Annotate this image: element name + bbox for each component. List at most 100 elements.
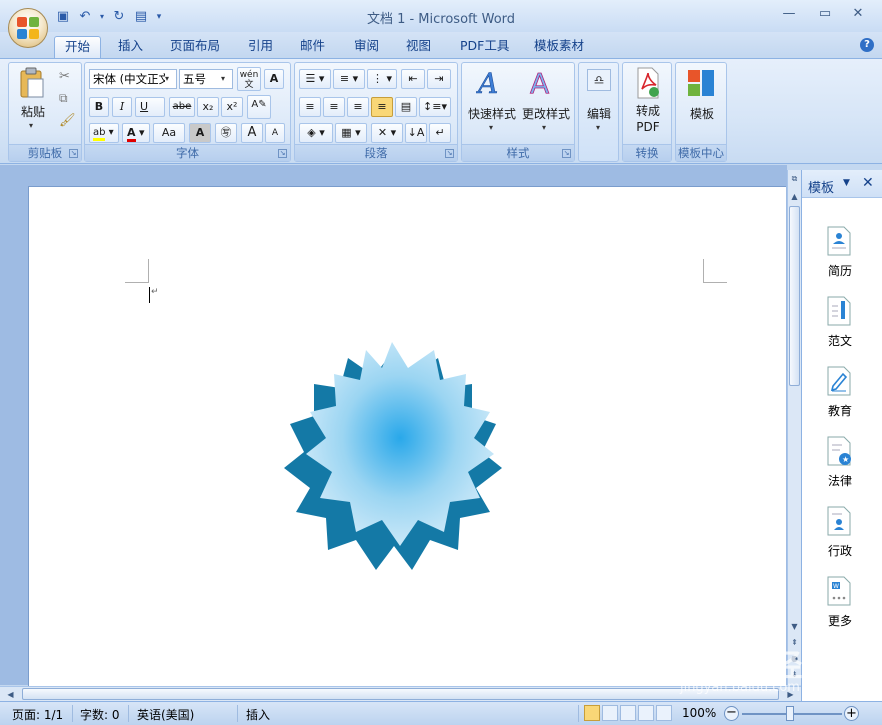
scroll-up-arrow-icon[interactable]: ▲ [788, 190, 801, 203]
subscript-button[interactable]: x₂ [197, 97, 219, 117]
font-size-dropdown-icon[interactable]: ▾ [221, 70, 231, 88]
quick-styles-button[interactable]: 快速样式 [466, 105, 518, 122]
copy-icon[interactable]: ⧉ [59, 91, 68, 106]
tab-view[interactable]: 视图 [396, 36, 441, 58]
paste-dropdown-icon[interactable]: ▾ [29, 121, 33, 130]
print-preview-icon[interactable]: ▤ [132, 8, 150, 26]
pane-item-education[interactable]: 教育 [802, 366, 882, 430]
sort-button[interactable]: ↓A [405, 123, 427, 143]
zoom-in-icon[interactable]: + [844, 706, 859, 721]
character-border-button[interactable]: A [264, 69, 284, 89]
show-marks-button[interactable]: ↵ [429, 123, 451, 143]
enclose-characters-button[interactable]: ㊢ [215, 123, 237, 143]
zoom-level[interactable]: 100% [682, 706, 716, 720]
tab-home[interactable]: 开始 [54, 36, 102, 58]
change-case-button[interactable]: Aa [153, 123, 185, 143]
cut-icon[interactable]: ✂ [59, 69, 70, 84]
quick-styles-dropdown-icon[interactable]: ▾ [489, 123, 493, 132]
outline-view-icon[interactable] [638, 705, 654, 721]
quick-styles-icon[interactable]: A [475, 67, 506, 101]
align-right-button[interactable]: ≡ [347, 97, 369, 117]
pane-item-administration[interactable]: 行政 [802, 506, 882, 570]
redo-icon[interactable]: ↻ [110, 8, 128, 26]
status-word-count[interactable]: 字数: 0 [80, 706, 120, 723]
paste-icon[interactable] [19, 67, 45, 99]
scroll-down-arrow-icon[interactable]: ▼ [788, 620, 801, 633]
pdf-icon[interactable] [635, 67, 661, 99]
pane-close-icon[interactable]: ✕ [862, 175, 874, 191]
decrease-indent-button[interactable]: ⇤ [401, 69, 425, 89]
underline-button[interactable]: U [135, 97, 165, 117]
status-page[interactable]: 页面: 1/1 [12, 706, 63, 723]
pane-item-sample-essay[interactable]: 范文 [802, 296, 882, 360]
justify-button[interactable]: ≡ [371, 97, 393, 117]
horizontal-scroll-thumb[interactable] [22, 688, 779, 700]
multilevel-list-button[interactable]: ⋮ ▾ [367, 69, 397, 89]
template-button[interactable]: 模板 [676, 105, 728, 122]
font-name-combo[interactable]: 宋体 (中文正文) ▾ [89, 69, 177, 89]
pane-item-more[interactable]: W 更多 [802, 576, 882, 640]
tab-mailings[interactable]: 邮件 [290, 36, 335, 58]
shrink-font-button[interactable]: A [265, 123, 285, 143]
find-binoculars-icon[interactable]: ♎ [587, 69, 611, 91]
font-size-combo[interactable]: 五号 ▾ [179, 69, 233, 89]
ruler-toggle-icon[interactable]: ⧉ [788, 172, 801, 185]
align-center-button[interactable]: ≡ [323, 97, 345, 117]
status-insert-mode[interactable]: 插入 [246, 706, 270, 723]
format-painter-icon[interactable]: 🖌 [59, 113, 76, 128]
vertical-scrollbar[interactable]: ⧉ ▲ ▼ ⇞ ● ⇟ [787, 170, 801, 685]
styles-launcher-icon[interactable]: ↘ [562, 149, 571, 158]
bold-button[interactable]: B [89, 97, 109, 117]
asian-layout-button[interactable]: ✕ ▾ [371, 123, 403, 143]
paragraph-launcher-icon[interactable]: ↘ [445, 149, 454, 158]
dropdown-arrow-icon[interactable]: ▾ [98, 8, 106, 26]
vertical-scroll-thumb[interactable] [789, 206, 800, 386]
font-name-dropdown-icon[interactable]: ▾ [165, 70, 175, 88]
print-layout-view-icon[interactable] [584, 705, 600, 721]
align-left-button[interactable]: ≡ [299, 97, 321, 117]
scroll-left-arrow-icon[interactable]: ◀ [4, 688, 17, 701]
starburst-shape[interactable] [280, 340, 505, 575]
save-icon[interactable]: ▣ [54, 8, 72, 26]
strikethrough-button[interactable]: abe [169, 97, 195, 117]
web-layout-view-icon[interactable] [620, 705, 636, 721]
help-icon[interactable]: ? [860, 38, 874, 52]
minimize-button[interactable]: — [774, 6, 804, 21]
tab-references[interactable]: 引用 [238, 36, 283, 58]
italic-button[interactable]: I [112, 97, 132, 117]
draft-view-icon[interactable] [656, 705, 672, 721]
paste-button[interactable]: 粘贴 [15, 103, 51, 120]
close-button[interactable]: ✕ [843, 6, 873, 21]
numbering-button[interactable]: ≡ ▾ [333, 69, 365, 89]
grow-font-button[interactable]: A [241, 123, 263, 143]
pane-menu-dropdown-icon[interactable]: ▼ [843, 178, 850, 188]
superscript-button[interactable]: x² [221, 97, 243, 117]
status-language[interactable]: 英语(美国) [137, 706, 194, 723]
shading-button[interactable]: ◈ ▾ [299, 123, 333, 143]
full-screen-reading-view-icon[interactable] [602, 705, 618, 721]
zoom-slider-thumb[interactable] [786, 706, 794, 721]
change-styles-icon[interactable]: A [528, 67, 558, 101]
zoom-out-icon[interactable]: − [724, 706, 739, 721]
highlight-button[interactable]: ab ▾ [89, 123, 119, 143]
bullets-button[interactable]: ☰ ▾ [299, 69, 331, 89]
line-spacing-button[interactable]: ↕≡▾ [419, 97, 451, 117]
phonetic-guide-button[interactable]: wén 文 [237, 67, 261, 91]
maximize-button[interactable]: ▭ [810, 6, 840, 21]
clear-formatting-button[interactable]: A✎ [247, 95, 271, 119]
change-styles-button[interactable]: 更改样式 [518, 105, 574, 122]
pane-item-resume[interactable]: 简历 [802, 226, 882, 290]
office-button[interactable] [8, 8, 48, 48]
tab-template-material[interactable]: 模板素材 [524, 36, 594, 58]
template-icon[interactable] [687, 69, 715, 97]
customize-qat-icon[interactable]: ▾ [154, 8, 164, 26]
edit-button[interactable]: 编辑 [579, 105, 619, 122]
character-shading-button[interactable]: A [189, 123, 211, 143]
edit-dropdown-icon[interactable]: ▾ [596, 123, 600, 132]
pane-item-law[interactable]: ★ 法律 [802, 436, 882, 500]
increase-indent-button[interactable]: ⇥ [427, 69, 451, 89]
borders-button[interactable]: ▦ ▾ [335, 123, 367, 143]
distributed-button[interactable]: ▤ [395, 97, 417, 117]
tab-insert[interactable]: 插入 [108, 36, 153, 58]
tab-page-layout[interactable]: 页面布局 [160, 36, 230, 58]
